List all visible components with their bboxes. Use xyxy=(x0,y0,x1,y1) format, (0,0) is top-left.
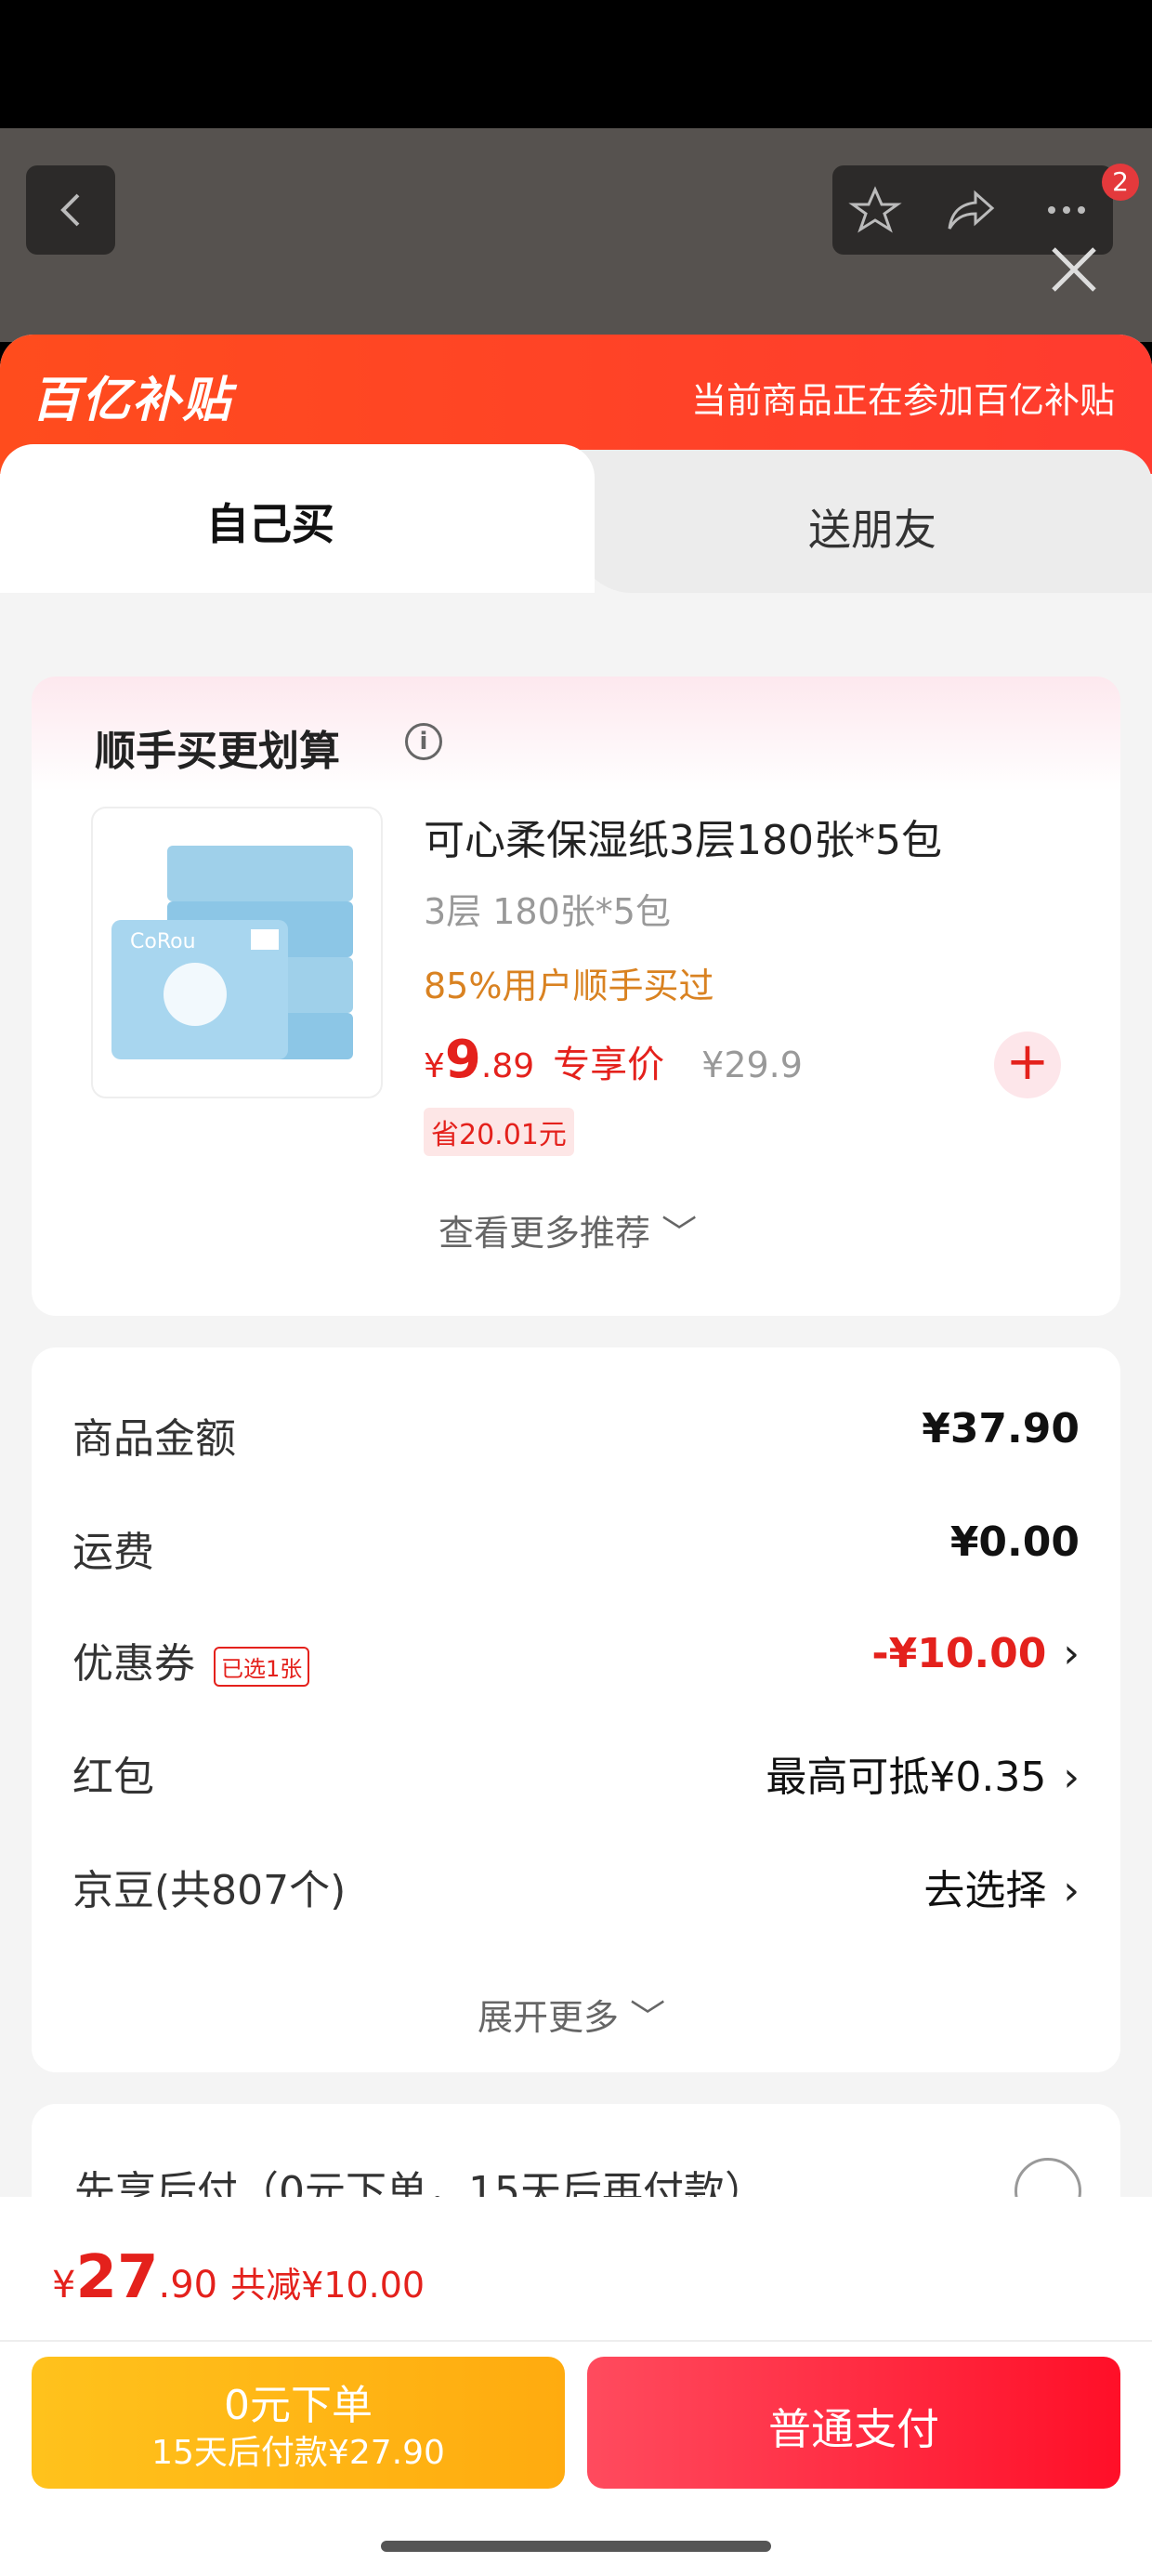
row-label: 红包 xyxy=(72,1754,154,1801)
row-label: 优惠券 xyxy=(72,1640,195,1688)
expand-more-label: 展开更多 xyxy=(478,1997,620,2038)
tissue-pack-image: CoRou xyxy=(111,846,353,1059)
total-price: ¥27.90 共减¥10.00 xyxy=(52,2243,425,2312)
row-label: 商品金额 xyxy=(72,1415,236,1463)
status-bar xyxy=(0,0,1152,128)
normal-pay-button[interactable]: 普通支付 xyxy=(587,2357,1120,2489)
summary-row-goods: 商品金额 ¥37.90 xyxy=(72,1405,1080,1463)
original-price: ¥29.9 xyxy=(701,1045,803,1085)
chevron-down-icon: ﹀ xyxy=(661,1213,698,1254)
row-value: ¥0.00 xyxy=(949,1518,1080,1566)
product-price: ¥9.89 专享价 ¥29.9 xyxy=(424,1030,803,1090)
addon-recommend-card: 顺手买更划算 i CoRou 可心柔保湿纸3层180张*5包 3层 180张*5… xyxy=(32,677,1120,1316)
total-symbol: ¥ xyxy=(52,2264,76,2307)
tab-gift-friend[interactable]: 送朋友 xyxy=(576,450,1152,593)
more-icon[interactable] xyxy=(1039,186,1094,234)
tab-label: 自己买 xyxy=(206,499,334,549)
bnpl-order-button[interactable]: 0元下单 15天后付款¥27.90 xyxy=(32,2357,565,2489)
add-item-button[interactable]: + xyxy=(994,1032,1061,1098)
chevron-right-icon: › xyxy=(1063,1867,1080,1914)
coupon-selected-tag: 已选1张 xyxy=(214,1646,310,1687)
product-thumbnail[interactable]: CoRou xyxy=(91,807,383,1098)
summary-row-redpacket[interactable]: 红包 最高可抵¥0.35 › xyxy=(72,1743,1080,1801)
product-spec: 3层 180张*5包 xyxy=(424,891,671,932)
tab-label: 送朋友 xyxy=(808,505,936,555)
pay-button-label: 普通支付 xyxy=(768,2404,939,2454)
row-value: 最高可抵¥0.35 xyxy=(766,1754,1047,1801)
svg-text:CoRou: CoRou xyxy=(130,930,196,953)
chevron-right-icon: › xyxy=(1063,1754,1080,1801)
summary-row-coupon[interactable]: 优惠券 已选1张 -¥10.00 › xyxy=(72,1630,1080,1688)
price-decimal: .89 xyxy=(480,1047,535,1085)
order-summary-card: 商品金额 ¥37.90 运费 ¥0.00 优惠券 已选1张 -¥10.00 › 红包… xyxy=(32,1347,1120,2072)
price-integer: 9 xyxy=(444,1030,481,1090)
back-button[interactable] xyxy=(26,165,115,255)
price-symbol: ¥ xyxy=(424,1047,445,1085)
product-name[interactable]: 可心柔保湿纸3层180张*5包 xyxy=(424,807,942,866)
price-label: 专享价 xyxy=(553,1044,665,1086)
row-value: 去选择 xyxy=(923,1867,1047,1914)
summary-row-shipping: 运费 ¥0.00 xyxy=(72,1518,1080,1576)
addon-title: 顺手买更划算 xyxy=(95,728,340,775)
share-icon[interactable] xyxy=(944,186,1000,234)
purchase-tabs: 送朋友 自己买 xyxy=(0,444,1152,593)
bnpl-button-subtitle: 15天后付款¥27.90 xyxy=(151,2434,445,2472)
expand-more-link[interactable]: 展开更多 ﹀ xyxy=(478,1989,665,2040)
chevron-down-icon: ﹀ xyxy=(630,1997,666,2038)
chevron-right-icon: › xyxy=(1063,1630,1080,1677)
product-bought-rate: 85%用户顺手买过 xyxy=(424,966,714,1006)
row-value: ¥37.90 xyxy=(922,1405,1080,1452)
total-integer: 27 xyxy=(75,2243,159,2312)
row-label: 京豆(共807个) xyxy=(72,1867,347,1914)
notification-badge: 2 xyxy=(1102,164,1139,201)
close-icon[interactable] xyxy=(1048,243,1100,296)
info-icon[interactable]: i xyxy=(405,723,442,760)
summary-row-jingdou[interactable]: 京豆(共807个) 去选择 › xyxy=(72,1857,1080,1914)
chevron-left-icon xyxy=(60,193,80,227)
more-recommend-label: 查看更多推荐 xyxy=(439,1213,651,1254)
subsidy-notice: 当前商品正在参加百亿补贴 xyxy=(690,380,1115,421)
tab-buy-self[interactable]: 自己买 xyxy=(0,444,595,593)
checkout-bar: ¥27.90 共减¥10.00 0元下单 15天后付款¥27.90 普通支付 xyxy=(0,2197,1152,2576)
row-value: -¥10.00 xyxy=(871,1630,1047,1677)
total-decimal: .90 xyxy=(158,2264,218,2307)
action-bar xyxy=(832,165,1113,255)
bnpl-button-title: 0元下单 xyxy=(224,2382,373,2429)
row-label: 运费 xyxy=(72,1529,154,1576)
total-reduced: 共减¥10.00 xyxy=(230,2265,425,2306)
divider xyxy=(0,2340,1152,2342)
star-icon[interactable] xyxy=(847,186,903,234)
home-indicator[interactable] xyxy=(381,2541,771,2552)
subsidy-logo: 百亿补贴 xyxy=(32,373,233,428)
more-recommend-link[interactable]: 查看更多推荐 ﹀ xyxy=(439,1204,697,1255)
save-amount-tag: 省20.01元 xyxy=(424,1108,574,1156)
